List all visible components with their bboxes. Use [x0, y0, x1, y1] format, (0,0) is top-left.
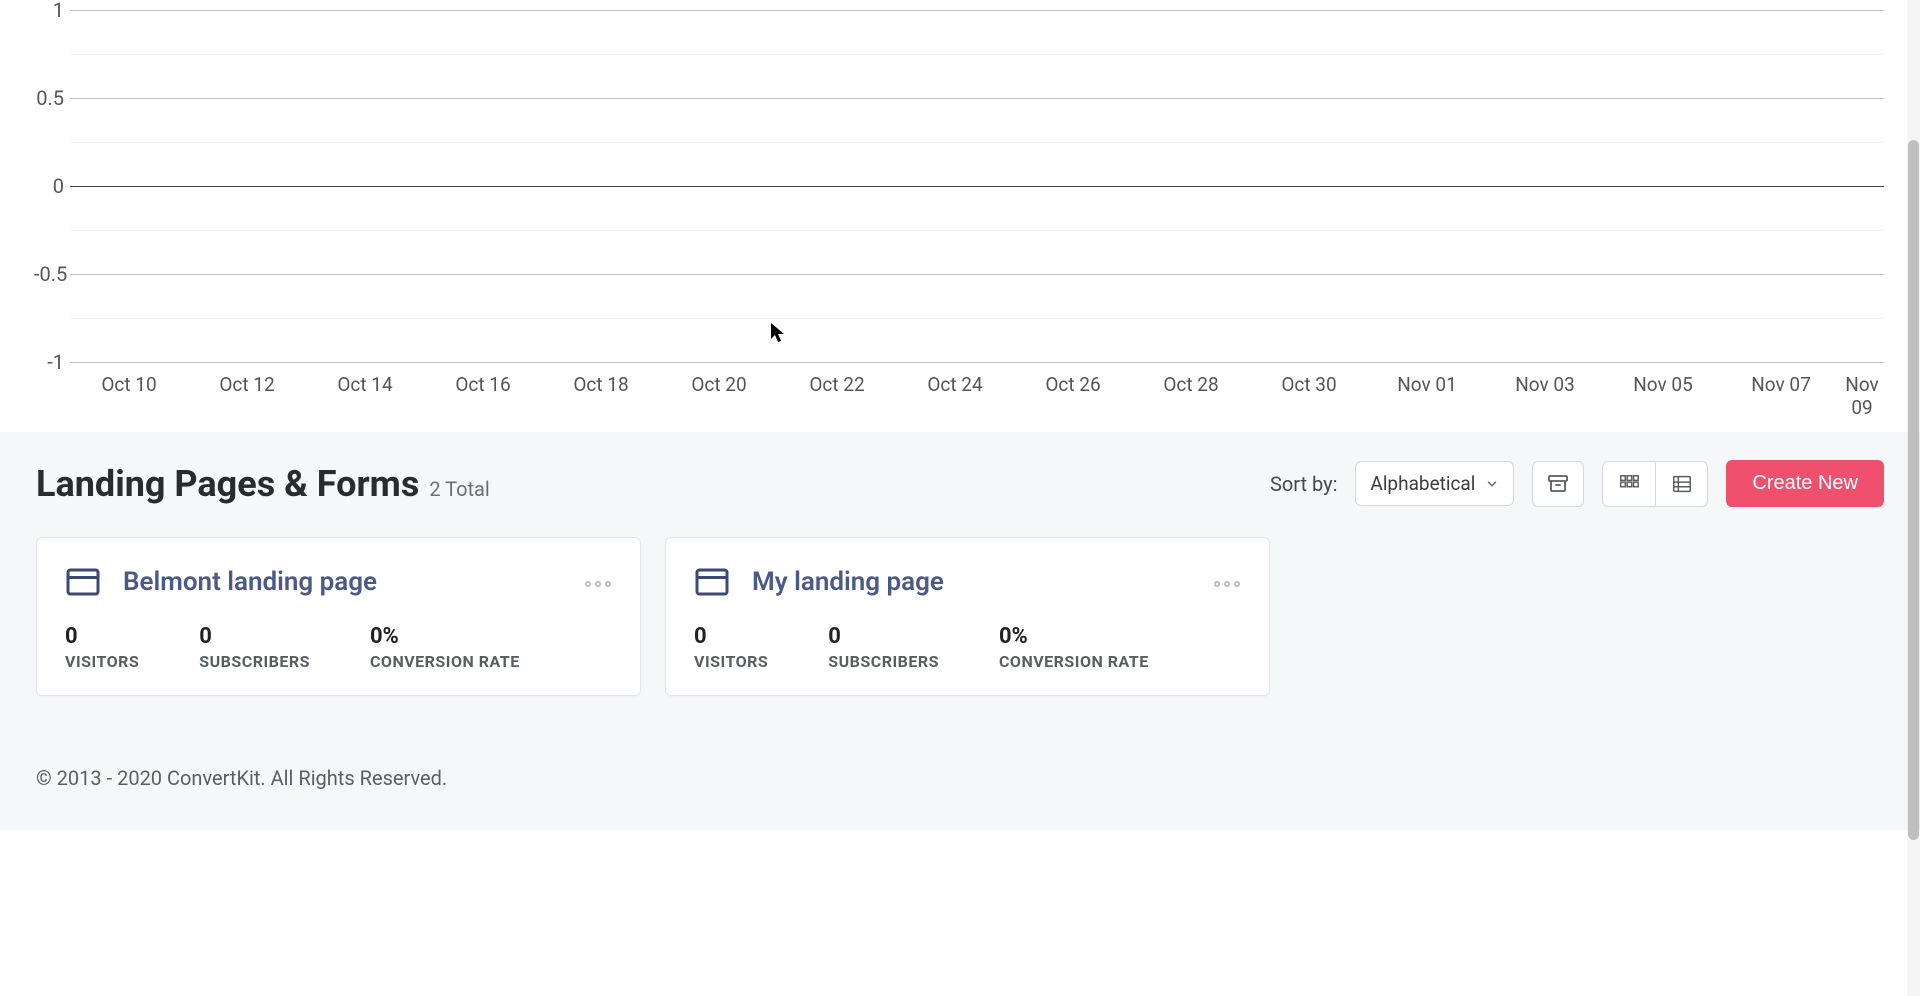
- y-tick-label: -1: [34, 350, 64, 374]
- stat-visitors: 0 VISITORS: [65, 624, 139, 671]
- card-header: Belmont landing page: [65, 564, 612, 600]
- gridline-y1: [70, 10, 1884, 11]
- stat-label: CONVERSION RATE: [999, 652, 1149, 671]
- card-stats: 0 VISITORS 0 SUBSCRIBERS 0% CONVERSION R…: [65, 624, 612, 671]
- x-tick-label: Nov 01: [1368, 374, 1486, 420]
- stat-subscribers: 0 SUBSCRIBERS: [199, 624, 310, 671]
- list-icon: [1671, 473, 1693, 495]
- browser-icon: [65, 564, 101, 600]
- stat-value: 0%: [999, 624, 1149, 649]
- landing-page-card[interactable]: My landing page 0 VISITORS 0 SUBSCRIBERS: [665, 537, 1270, 696]
- section-title: Landing Pages & Forms: [36, 463, 419, 505]
- y-tick-label: 0: [34, 174, 64, 198]
- sort-select-value: Alphabetical: [1370, 472, 1475, 495]
- stat-value: 0: [694, 624, 768, 649]
- x-tick-label: Oct 18: [542, 374, 660, 420]
- gridline-faint: [70, 142, 1884, 143]
- footer: © 2013 - 2020 ConvertKit. All Rights Res…: [0, 736, 1920, 830]
- x-tick-label: Oct 20: [660, 374, 778, 420]
- x-tick-label: Oct 10: [70, 374, 188, 420]
- scrollbar-thumb[interactable]: [1908, 140, 1919, 840]
- y-tick-label: -0.5: [34, 262, 64, 286]
- gridline-faint: [70, 230, 1884, 231]
- grid-icon: [1618, 473, 1640, 495]
- x-tick-label: Oct 12: [188, 374, 306, 420]
- chart-area: 1 0.5 0 -0.5 -1 Oct 10 Oct 12 Oct 14 Oct…: [0, 0, 1920, 432]
- section-header: Landing Pages & Forms 2 Total Sort by: A…: [36, 460, 1884, 507]
- stat-value: 0: [65, 624, 139, 649]
- stat-value: 0: [828, 624, 939, 649]
- more-icon: [584, 579, 612, 589]
- stat-label: VISITORS: [65, 652, 139, 671]
- sort-select[interactable]: Alphabetical: [1355, 461, 1514, 506]
- card-title: Belmont landing page: [123, 567, 562, 597]
- card-more-button[interactable]: [1213, 570, 1241, 595]
- y-tick-label: 1: [34, 0, 64, 22]
- gridline-faint: [70, 318, 1884, 319]
- stat-label: CONVERSION RATE: [370, 652, 520, 671]
- x-tick-label: Nov 05: [1604, 374, 1722, 420]
- stat-value: 0: [199, 624, 310, 649]
- view-toggle: [1602, 461, 1708, 507]
- x-tick-label: Nov 07: [1722, 374, 1840, 420]
- stat-conversion: 0% CONVERSION RATE: [370, 624, 520, 671]
- x-tick-label: Nov 03: [1486, 374, 1604, 420]
- scrollbar[interactable]: [1907, 0, 1920, 996]
- card-stats: 0 VISITORS 0 SUBSCRIBERS 0% CONVERSION R…: [694, 624, 1241, 671]
- x-tick-label: Oct 22: [778, 374, 896, 420]
- card-more-button[interactable]: [584, 570, 612, 595]
- x-tick-label: Oct 30: [1250, 374, 1368, 420]
- section-controls: Sort by: Alphabetical: [1270, 460, 1884, 507]
- landing-pages-section: Landing Pages & Forms 2 Total Sort by: A…: [0, 432, 1920, 736]
- gridline-y05: [70, 98, 1884, 99]
- section-count: 2 Total: [429, 477, 489, 501]
- x-axis: Oct 10 Oct 12 Oct 14 Oct 16 Oct 18 Oct 2…: [70, 374, 1884, 420]
- browser-icon: [694, 564, 730, 600]
- copyright-text: © 2013 - 2020 ConvertKit. All Rights Res…: [36, 766, 447, 790]
- cards-container: Belmont landing page 0 VISITORS 0 SUBSCR: [36, 537, 1884, 696]
- x-tick-label: Nov 09: [1840, 374, 1884, 420]
- chart-grid: [70, 0, 1884, 370]
- card-title: My landing page: [752, 567, 1191, 597]
- more-icon: [1213, 579, 1241, 589]
- stat-value: 0%: [370, 624, 520, 649]
- archive-icon: [1546, 472, 1570, 496]
- stat-subscribers: 0 SUBSCRIBERS: [828, 624, 939, 671]
- y-tick-label: 0.5: [34, 86, 64, 110]
- archive-button[interactable]: [1532, 461, 1584, 507]
- gridline-faint: [70, 54, 1884, 55]
- chevron-down-icon: [1485, 477, 1499, 491]
- x-tick-label: Oct 16: [424, 374, 542, 420]
- stat-label: SUBSCRIBERS: [199, 652, 310, 671]
- card-header: My landing page: [694, 564, 1241, 600]
- x-tick-label: Oct 26: [1014, 374, 1132, 420]
- stat-visitors: 0 VISITORS: [694, 624, 768, 671]
- stat-conversion: 0% CONVERSION RATE: [999, 624, 1149, 671]
- stat-label: SUBSCRIBERS: [828, 652, 939, 671]
- sort-by-label: Sort by:: [1270, 472, 1337, 496]
- view-list-button[interactable]: [1655, 462, 1707, 506]
- gridline-yneg05: [70, 274, 1884, 275]
- create-new-button[interactable]: Create New: [1726, 460, 1884, 507]
- x-tick-label: Oct 14: [306, 374, 424, 420]
- section-title-group: Landing Pages & Forms 2 Total: [36, 463, 490, 505]
- landing-page-card[interactable]: Belmont landing page 0 VISITORS 0 SUBSCR: [36, 537, 641, 696]
- x-tick-label: Oct 24: [896, 374, 1014, 420]
- stat-label: VISITORS: [694, 652, 768, 671]
- x-tick-label: Oct 28: [1132, 374, 1250, 420]
- view-grid-button[interactable]: [1603, 462, 1655, 506]
- gridline-y0: [70, 186, 1884, 187]
- gridline-yneg1: [70, 362, 1884, 363]
